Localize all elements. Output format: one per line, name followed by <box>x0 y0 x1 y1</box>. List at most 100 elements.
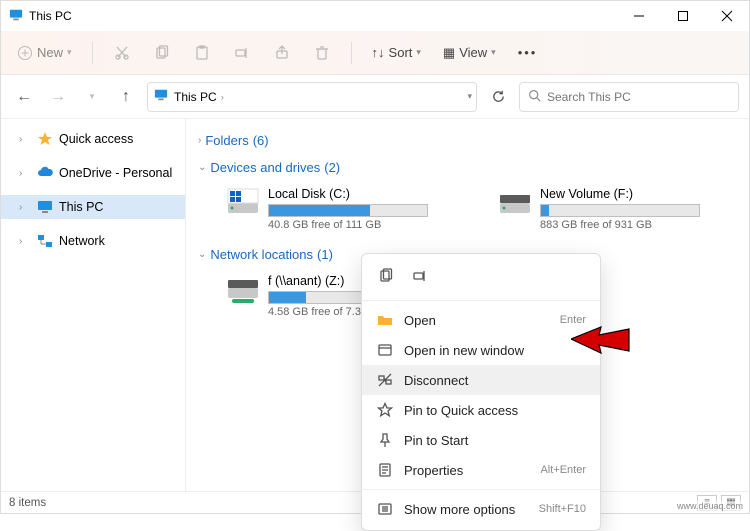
view-label: View <box>459 45 487 60</box>
sort-icon: ↑↓ <box>372 45 385 60</box>
forward-button[interactable]: → <box>45 84 71 110</box>
chevron-down-icon[interactable]: ▾ <box>467 91 472 102</box>
sidebar-item-network[interactable]: › Network <box>1 229 185 253</box>
chevron-down-icon: ▾ <box>67 47 72 58</box>
chevron-down-icon: ▾ <box>416 47 421 58</box>
sort-dropdown[interactable]: ↑↓ Sort ▾ <box>366 41 427 64</box>
menu-pin-quick-access[interactable]: Pin to Quick access <box>362 395 600 425</box>
separator <box>362 489 600 490</box>
star-icon <box>37 131 53 147</box>
menu-label: Disconnect <box>404 373 586 388</box>
sidebar-item-label: Quick access <box>59 132 133 146</box>
disconnect-icon <box>376 372 394 388</box>
context-menu: Open Enter Open in new window Disconnect… <box>361 253 601 531</box>
sidebar-item-onedrive[interactable]: › OneDrive - Personal <box>1 161 185 185</box>
menu-pin-start[interactable]: Pin to Start <box>362 425 600 455</box>
share-button[interactable] <box>267 38 297 68</box>
pin-icon <box>376 432 394 448</box>
menu-show-more[interactable]: Show more options Shift+F10 <box>362 494 600 524</box>
address-input[interactable] <box>230 90 462 104</box>
network-drive-icon <box>226 274 260 304</box>
recent-dropdown[interactable]: ▾ <box>79 84 105 110</box>
delete-button[interactable] <box>307 38 337 68</box>
capacity-bar <box>268 291 368 304</box>
sidebar-item-this-pc[interactable]: › This PC <box>1 195 185 219</box>
capacity-bar <box>268 204 428 217</box>
new-button[interactable]: New ▾ <box>11 41 78 65</box>
menu-label: Open <box>404 313 550 328</box>
sidebar-item-label: This PC <box>59 200 103 214</box>
search-box[interactable] <box>519 82 739 112</box>
section-count: (6) <box>253 133 269 148</box>
breadcrumb-label: This PC <box>174 90 217 104</box>
view-icon: ▦ <box>443 45 455 61</box>
chevron-right-icon: › <box>19 202 31 213</box>
section-devices[interactable]: ⌄ Devices and drives (2) <box>198 154 737 181</box>
more-options-icon <box>376 501 394 517</box>
drive-icon <box>226 187 260 217</box>
menu-open[interactable]: Open Enter <box>362 305 600 335</box>
back-button[interactable]: ← <box>11 84 37 110</box>
network-icon <box>37 233 53 249</box>
view-dropdown[interactable]: ▦ View ▾ <box>437 41 502 65</box>
drive-name: Local Disk (C:) <box>268 187 456 201</box>
chevron-right-icon: › <box>198 135 201 146</box>
copy-icon[interactable] <box>374 264 398 288</box>
up-button[interactable]: ↑ <box>113 84 139 110</box>
sidebar-item-quick-access[interactable]: › Quick access <box>1 127 185 151</box>
drive-new-volume-f[interactable]: New Volume (F:) 883 GB free of 931 GB <box>498 187 728 231</box>
address-row: ← → ▾ ↑ This PC › ▾ <box>1 75 749 119</box>
menu-open-new-window[interactable]: Open in new window <box>362 335 600 365</box>
search-icon <box>528 89 541 105</box>
pc-icon <box>9 8 23 25</box>
menu-label: Pin to Start <box>404 433 586 448</box>
address-bar[interactable]: This PC › ▾ <box>147 82 477 112</box>
separator <box>92 42 93 64</box>
new-window-icon <box>376 342 394 358</box>
chevron-down-icon: ⌄ <box>198 249 206 260</box>
chevron-right-icon: › <box>19 236 31 247</box>
menu-properties[interactable]: Properties Alt+Enter <box>362 455 600 485</box>
capacity-bar <box>540 204 700 217</box>
minimize-button[interactable] <box>617 1 661 31</box>
copy-button[interactable] <box>147 38 177 68</box>
pc-icon <box>37 199 53 215</box>
window-title-group: This PC <box>9 8 72 25</box>
watermark: www.deuaq.com <box>675 501 745 511</box>
more-button[interactable]: ••• <box>512 41 544 64</box>
menu-label: Open in new window <box>404 343 586 358</box>
section-label: Folders <box>205 133 248 148</box>
new-label: New <box>37 45 63 60</box>
status-item-count: 8 items <box>9 497 46 509</box>
close-button[interactable] <box>705 1 749 31</box>
menu-label: Show more options <box>404 502 529 517</box>
menu-shortcut: Shift+F10 <box>539 503 586 515</box>
separator <box>351 42 352 64</box>
cut-button[interactable] <box>107 38 137 68</box>
chevron-right-icon: › <box>19 168 31 179</box>
sidebar-item-label: OneDrive - Personal <box>59 166 172 180</box>
search-input[interactable] <box>547 90 730 104</box>
separator <box>362 300 600 301</box>
breadcrumb[interactable]: This PC › <box>174 90 224 104</box>
drive-icon <box>498 187 532 217</box>
sort-label: Sort <box>389 45 413 60</box>
menu-label: Pin to Quick access <box>404 403 586 418</box>
section-count: (2) <box>324 160 340 175</box>
section-label: Network locations <box>210 247 313 262</box>
context-quick-actions <box>362 260 600 296</box>
paste-button[interactable] <box>187 38 217 68</box>
chevron-right-icon: › <box>221 92 224 102</box>
menu-label: Properties <box>404 463 530 478</box>
rename-button[interactable] <box>227 38 257 68</box>
window-controls <box>617 1 749 31</box>
properties-icon <box>376 462 394 478</box>
drive-local-c[interactable]: Local Disk (C:) 40.8 GB free of 111 GB <box>226 187 456 231</box>
menu-disconnect[interactable]: Disconnect <box>362 365 600 395</box>
star-icon <box>376 402 394 418</box>
refresh-button[interactable] <box>485 84 511 110</box>
maximize-button[interactable] <box>661 1 705 31</box>
section-folders[interactable]: › Folders (6) <box>198 127 737 154</box>
cloud-icon <box>37 165 53 181</box>
rename-icon[interactable] <box>408 264 432 288</box>
